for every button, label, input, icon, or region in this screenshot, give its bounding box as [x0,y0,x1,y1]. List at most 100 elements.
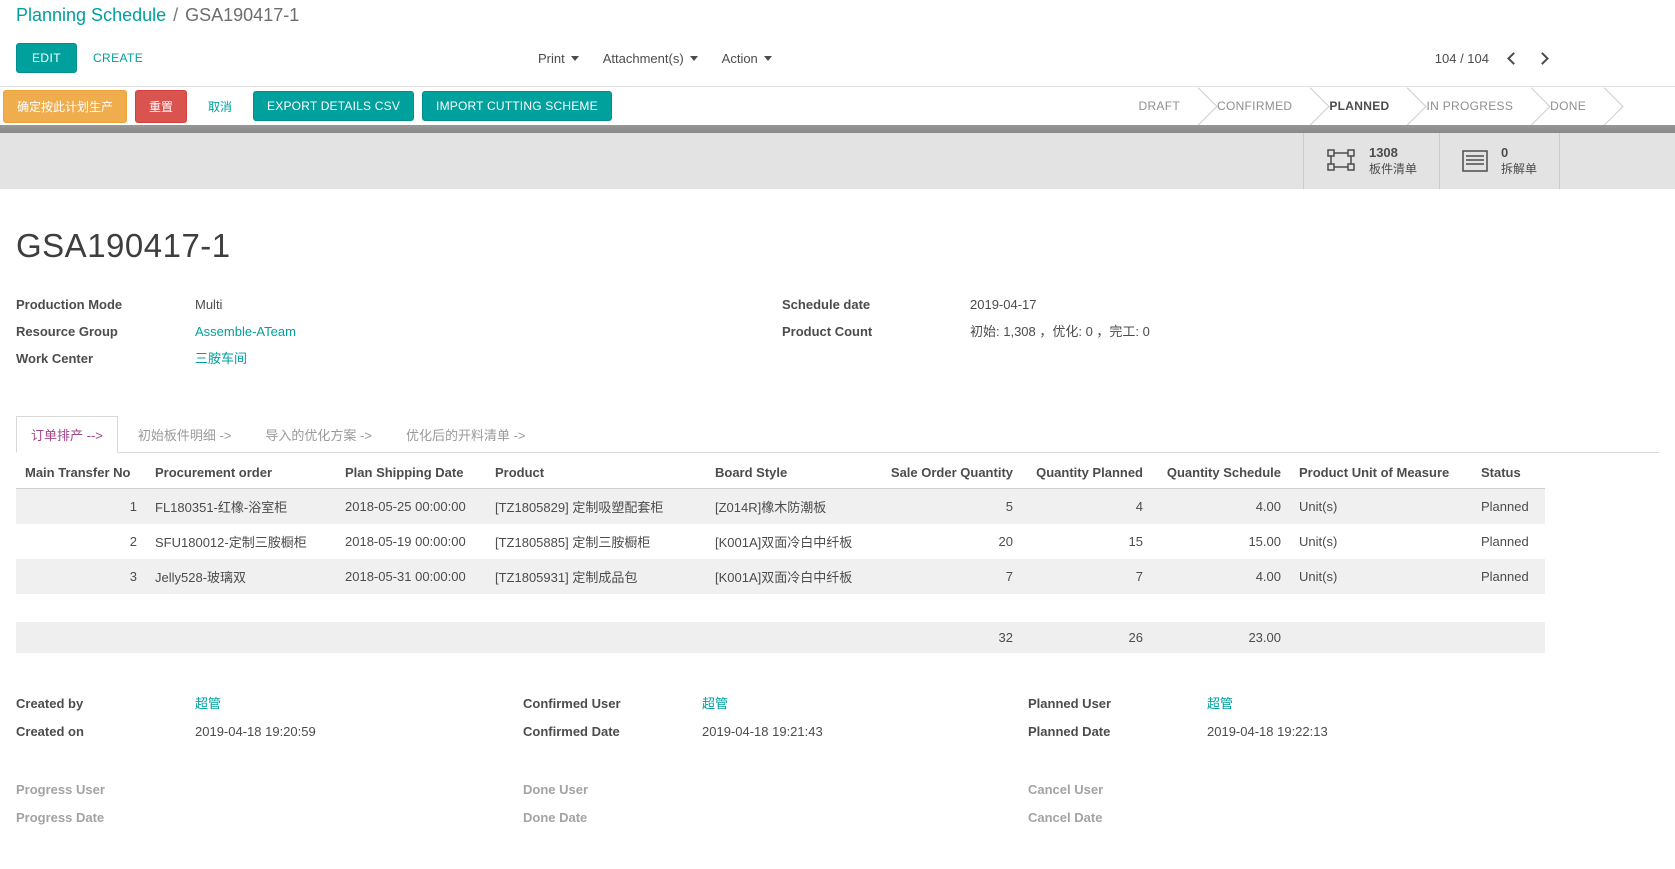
muted-block: Cancel User Cancel Date [1028,776,1659,832]
field-planned-date: Planned Date 2019-04-18 19:22:13 [1028,718,1659,746]
cell-status: Planned [1472,559,1545,594]
audit-column-confirmed: Confirmed User 超管 Confirmed Date 2019-04… [523,690,1028,832]
form-sheet: GSA190417-1 Production Mode Multi Resour… [0,227,1675,832]
column-header-procurement-order[interactable]: Procurement order [146,457,336,489]
table-header-row: Main Transfer No Procurement order Plan … [16,457,1545,489]
tab-imported-optimization[interactable]: 导入的优化方案 -> [251,417,386,452]
status-bar: 确定按此计划生产 重置 取消 EXPORT DETAILS CSV IMPORT… [0,86,1675,125]
table-totals-row: 32 26 23.00 [16,622,1545,653]
totals-empty-cell [706,622,875,653]
field-production-mode: Production Mode Multi [16,291,782,318]
pager-next-icon[interactable] [1536,52,1549,65]
cell-product: [TZ1805885] 定制三胺橱柜 [486,524,706,559]
teardown-stat-button[interactable]: 0 拆解单 [1440,133,1560,189]
table-row[interactable]: 1 FL180351-红橡-浴室柜 2018-05-25 00:00:00 [T… [16,489,1545,525]
cell-product-uom: Unit(s) [1290,559,1472,594]
field-label: Work Center [16,345,195,372]
cell-board-style: [Z014R]橡木防潮板 [706,489,875,525]
column-header-status[interactable]: Status [1472,457,1545,489]
export-details-csv-button[interactable]: EXPORT DETAILS CSV [253,91,414,121]
total-quantity-schedule: 23.00 [1152,622,1290,653]
cell-plan-shipping-date: 2018-05-19 00:00:00 [336,524,486,559]
tab-initial-board-detail[interactable]: 初始板件明细 -> [124,417,246,452]
import-cutting-scheme-button[interactable]: IMPORT CUTTING SCHEME [422,91,612,121]
board-list-stat-button[interactable]: 1308 板件清单 [1304,133,1440,189]
field-work-center: Work Center 三胺车间 [16,345,782,372]
planned-user-link[interactable]: 超管 [1207,690,1233,718]
column-header-board-style[interactable]: Board Style [706,457,875,489]
cell-quantity-planned: 7 [1022,559,1152,594]
column-header-quantity-schedule[interactable]: Quantity Schedule [1152,457,1290,489]
confirmed-user-link[interactable]: 超管 [702,690,728,718]
control-bar-left: EDIT CREATE [16,43,143,73]
column-header-main-transfer-no[interactable]: Main Transfer No [16,457,146,489]
field-label: Progress Date [16,804,195,832]
audit-column-planned: Planned User 超管 Planned Date 2019-04-18 … [1028,690,1659,832]
reset-button[interactable]: 重置 [135,90,187,123]
confirm-production-button[interactable]: 确定按此计划生产 [3,90,127,123]
column-header-quantity-planned[interactable]: Quantity Planned [1022,457,1152,489]
breadcrumb-current: GSA190417-1 [185,5,299,25]
table-row[interactable]: 3 Jelly528-玻璃双 2018-05-31 00:00:00 [TZ18… [16,559,1545,594]
field-cancel-user: Cancel User [1028,776,1659,804]
audit-column-created: Created by 超管 Created on 2019-04-18 19:2… [16,690,523,832]
field-label: Product Count [782,318,970,345]
create-button[interactable]: CREATE [93,51,143,65]
total-sale-order-quantity: 32 [875,622,1022,653]
breadcrumb-separator: / [173,5,178,25]
field-progress-user: Progress User [16,776,523,804]
column-header-plan-shipping-date[interactable]: Plan Shipping Date [336,457,486,489]
teardown-label: 拆解单 [1501,161,1537,177]
board-list-count: 1308 [1369,145,1417,161]
edit-button[interactable]: EDIT [16,43,77,73]
breadcrumb: Planning Schedule / GSA190417-1 [0,0,1675,30]
chevron-down-icon [690,56,698,61]
chevron-down-icon [571,56,579,61]
column-header-sale-order-quantity[interactable]: Sale Order Quantity [875,457,1022,489]
cell-sale-order-quantity: 20 [875,524,1022,559]
status-bar-buttons: 确定按此计划生产 重置 取消 EXPORT DETAILS CSV IMPORT… [3,90,612,123]
field-confirmed-user: Confirmed User 超管 [523,690,1028,718]
resource-group-link[interactable]: Assemble-ATeam [195,318,296,345]
totals-empty-cell [1472,622,1545,653]
board-sketch-icon [1326,148,1356,174]
field-created-on: Created on 2019-04-18 19:20:59 [16,718,523,746]
pager-previous-icon[interactable] [1507,52,1520,65]
cell-procurement-order: FL180351-红橡-浴室柜 [146,489,336,525]
field-label: Cancel Date [1028,804,1207,832]
table-spacer [16,594,1545,622]
field-cancel-date: Cancel Date [1028,804,1659,832]
stat-buttons: 1308 板件清单 0 拆解单 [1303,133,1560,189]
print-dropdown-label: Print [538,51,565,66]
action-dropdown[interactable]: Action [722,51,772,66]
column-header-product-uom[interactable]: Product Unit of Measure [1290,457,1472,489]
cancel-button[interactable]: 取消 [195,91,245,122]
print-dropdown[interactable]: Print [538,51,579,66]
teardown-count: 0 [1501,145,1537,161]
pager-count[interactable]: 104 / 104 [1435,51,1489,66]
tab-order-scheduling[interactable]: 订单排产 --> [16,416,118,453]
totals-empty-cell [1290,622,1472,653]
page: Planning Schedule / GSA190417-1 EDIT CREAT… [0,0,1675,869]
table-row[interactable]: 2 SFU180012-定制三胺橱柜 2018-05-19 00:00:00 [… [16,524,1545,559]
column-header-product[interactable]: Product [486,457,706,489]
cell-plan-shipping-date: 2018-05-31 00:00:00 [336,559,486,594]
field-label: Cancel User [1028,776,1207,804]
field-done-user: Done User [523,776,1028,804]
button-box-band: 1308 板件清单 0 拆解单 [0,133,1675,189]
work-center-link[interactable]: 三胺车间 [195,345,247,372]
stat-text: 0 拆解单 [1501,145,1537,177]
tab-optimized-cutting-list[interactable]: 优化后的开料清单 -> [392,417,540,452]
cell-plan-shipping-date: 2018-05-25 00:00:00 [336,489,486,525]
cell-quantity-planned: 15 [1022,524,1152,559]
confirmed-date-value: 2019-04-18 19:21:43 [702,718,823,746]
cell-quantity-planned: 4 [1022,489,1152,525]
attachments-dropdown[interactable]: Attachment(s) [603,51,698,66]
field-label: Progress User [16,776,195,804]
breadcrumb-parent-link[interactable]: Planning Schedule [16,5,166,25]
created-by-link[interactable]: 超管 [195,690,221,718]
cell-quantity-schedule: 4.00 [1152,559,1290,594]
order-scheduling-table: Main Transfer No Procurement order Plan … [16,457,1545,653]
field-product-count: Product Count 初始: 1,308 ，优化: 0 ，完工: 0 [782,318,1659,345]
field-schedule-date: Schedule date 2019-04-17 [782,291,1659,318]
